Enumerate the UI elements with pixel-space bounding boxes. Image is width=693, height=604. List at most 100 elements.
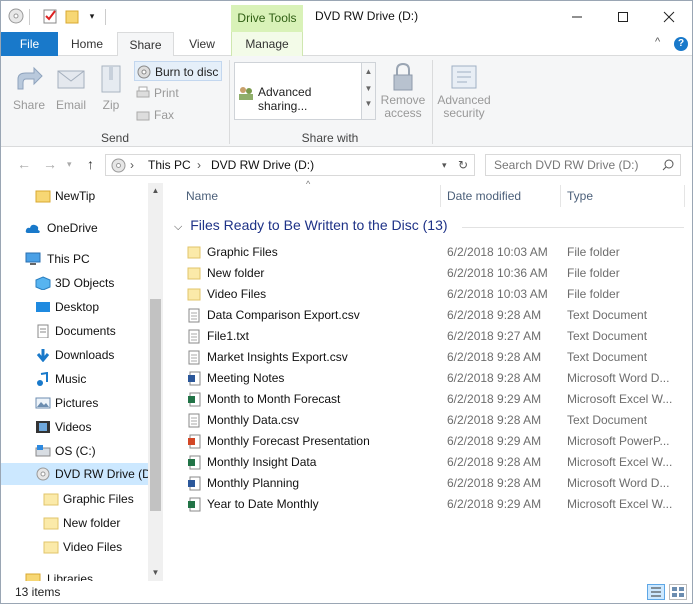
file-row[interactable]: New folder 6/2/2018 10:36 AM File folder: [184, 263, 684, 284]
tab-manage[interactable]: Manage: [231, 32, 303, 56]
nav-item-documents[interactable]: Documents: [1, 320, 147, 342]
fax-label: Fax: [154, 108, 175, 122]
nav-item-libraries[interactable]: Libraries: [1, 568, 147, 581]
share-arrow-icon: [14, 64, 44, 94]
zip-button[interactable]: Zip: [93, 64, 129, 112]
text-file-icon: [188, 413, 200, 428]
search-input[interactable]: Search DVD RW Drive (D:): [485, 154, 681, 176]
fax-button[interactable]: Fax: [134, 105, 214, 125]
share-with-list[interactable]: Advanced sharing...: [234, 62, 362, 120]
nav-item-dvd-rw-drive[interactable]: DVD RW Drive (D:: [1, 463, 154, 485]
file-row[interactable]: Monthly Insight Data 6/2/2018 9:28 AM Micr…: [184, 452, 684, 473]
details-view-icon[interactable]: [647, 584, 665, 600]
file-row[interactable]: Video Files 6/2/2018 10:03 AM File folder: [184, 284, 684, 305]
folder-icon: [187, 267, 201, 280]
file-name: Monthly Data.csv: [207, 413, 300, 427]
recent-locations-chevron-icon[interactable]: ▾: [67, 159, 72, 170]
file-name: Monthly Planning: [207, 476, 300, 490]
new-folder-icon[interactable]: [63, 7, 81, 25]
burn-to-disc-button[interactable]: Burn to disc: [134, 61, 222, 81]
file-type: Microsoft Excel W...: [567, 392, 673, 406]
scroll-up-icon[interactable]: ▲: [148, 183, 163, 199]
nav-item-3d-objects[interactable]: 3D Objects: [1, 272, 147, 294]
column-header-type[interactable]: Type: [567, 183, 593, 209]
customize-quick-access-icon[interactable]: ▾: [83, 7, 101, 25]
nav-item-video-files[interactable]: Video Files: [1, 536, 147, 558]
disc-app-icon[interactable]: [7, 7, 25, 25]
nav-label: 3D Objects: [55, 276, 115, 290]
group-header[interactable]: ⌵ Files Ready to Be Written to the Disc …: [174, 217, 448, 234]
nav-label: NewTip: [55, 189, 96, 203]
share-with-scroll[interactable]: ▲ ▼ ▼: [362, 62, 376, 120]
tab-home[interactable]: Home: [61, 32, 113, 56]
chevron-down-icon[interactable]: ⌵: [174, 221, 182, 233]
properties-icon[interactable]: [41, 7, 59, 25]
large-icons-view-icon[interactable]: [669, 584, 687, 600]
file-row[interactable]: Market Insights Export.csv 6/2/2018 9:28 …: [184, 347, 684, 368]
file-type: Microsoft Excel W...: [567, 497, 673, 511]
refresh-icon[interactable]: ↻: [458, 158, 468, 172]
file-row[interactable]: Monthly Data.csv 6/2/2018 9:28 AM Text Doc…: [184, 410, 684, 431]
close-button[interactable]: [646, 1, 692, 32]
back-arrow-icon[interactable]: ←: [17, 156, 31, 172]
expand-ribbon-icon[interactable]: ^: [655, 36, 660, 48]
nav-item-desktop[interactable]: Desktop: [1, 296, 147, 318]
address-dropdown-chevron-icon[interactable]: ▾: [442, 160, 447, 171]
scroll-down-icon[interactable]: ▼: [362, 84, 375, 93]
nav-item-downloads[interactable]: Downloads: [1, 344, 147, 366]
file-row[interactable]: Year to Date Monthly 6/2/2018 9:29 AM Micr…: [184, 494, 684, 515]
help-icon[interactable]: ?: [674, 37, 688, 51]
share-button[interactable]: Share: [9, 64, 49, 112]
nav-item-this-pc[interactable]: This PC: [1, 248, 147, 270]
tab-file[interactable]: File: [1, 32, 58, 56]
divider[interactable]: [440, 185, 441, 207]
breadcrumb-this-pc[interactable]: This PC: [148, 158, 191, 172]
file-date-modified: 6/2/2018 9:28 AM: [447, 413, 542, 427]
file-row[interactable]: Data Comparison Export.csv 6/2/2018 9:28 …: [184, 305, 684, 326]
file-row[interactable]: Monthly Planning 6/2/2018 9:28 AM Microsof…: [184, 473, 684, 494]
print-button[interactable]: Print: [134, 83, 214, 103]
file-row[interactable]: Month to Month Forecast 6/2/2018 9:29 AM M…: [184, 389, 684, 410]
nav-item-music[interactable]: Music: [1, 368, 147, 390]
drive-icon: [35, 445, 51, 457]
word-file-icon: [188, 371, 201, 386]
file-row[interactable]: Meeting Notes 6/2/2018 9:28 AM Microsoft W…: [184, 368, 684, 389]
tab-share[interactable]: Share: [117, 32, 174, 57]
nav-item-pictures[interactable]: Pictures: [1, 392, 147, 414]
tab-view[interactable]: View: [177, 32, 227, 56]
minimize-button[interactable]: [554, 1, 600, 32]
file-row[interactable]: File1.txt 6/2/2018 9:27 AM Text Document: [184, 326, 684, 347]
column-header-date-modified[interactable]: Date modified: [447, 183, 521, 209]
breadcrumb-chevron-icon[interactable]: ›: [130, 158, 134, 172]
file-row[interactable]: Graphic Files 6/2/2018 10:03 AM File folde…: [184, 242, 684, 263]
nav-item-os-c[interactable]: OS (C:): [1, 440, 147, 462]
nav-item-newtip[interactable]: NewTip: [1, 185, 147, 207]
nav-item-videos[interactable]: Videos: [1, 416, 147, 438]
column-header-name[interactable]: Name: [186, 183, 218, 209]
nav-item-new-folder[interactable]: New folder: [1, 512, 147, 534]
file-date-modified: 6/2/2018 9:28 AM: [447, 455, 542, 469]
advanced-security-button[interactable]: Advanced security: [437, 62, 491, 120]
file-name: Monthly Forecast Presentation: [207, 434, 370, 448]
file-date-modified: 6/2/2018 10:03 AM: [447, 245, 548, 259]
scroll-up-icon[interactable]: ▲: [362, 67, 375, 76]
divider[interactable]: [684, 185, 685, 207]
maximize-button[interactable]: [600, 1, 646, 32]
disc-icon: [36, 467, 50, 481]
nav-item-onedrive[interactable]: OneDrive: [1, 217, 147, 239]
breadcrumb-dvd-drive[interactable]: DVD RW Drive (D:): [211, 158, 314, 172]
file-row[interactable]: Monthly Forecast Presentation 6/2/2018 9:…: [184, 431, 684, 452]
nav-pane-scrollbar[interactable]: ▲ ▼: [148, 183, 163, 581]
nav-item-graphic-files[interactable]: Graphic Files: [1, 488, 147, 510]
advanced-sharing-item[interactable]: Advanced sharing...: [238, 85, 361, 113]
more-icon[interactable]: ▼: [362, 99, 375, 108]
scroll-down-icon[interactable]: ▼: [148, 565, 163, 581]
forward-arrow-icon[interactable]: →: [43, 156, 57, 172]
divider[interactable]: [560, 185, 561, 207]
email-button[interactable]: Email: [51, 64, 91, 112]
remove-access-button[interactable]: Remove access: [379, 62, 427, 120]
breadcrumb-chevron-icon[interactable]: ›: [197, 158, 201, 172]
up-arrow-icon[interactable]: ↑: [87, 156, 94, 172]
address-bar[interactable]: › This PC › DVD RW Drive (D:) ▾ ↻: [105, 154, 475, 176]
scrollbar-thumb[interactable]: [150, 299, 161, 511]
